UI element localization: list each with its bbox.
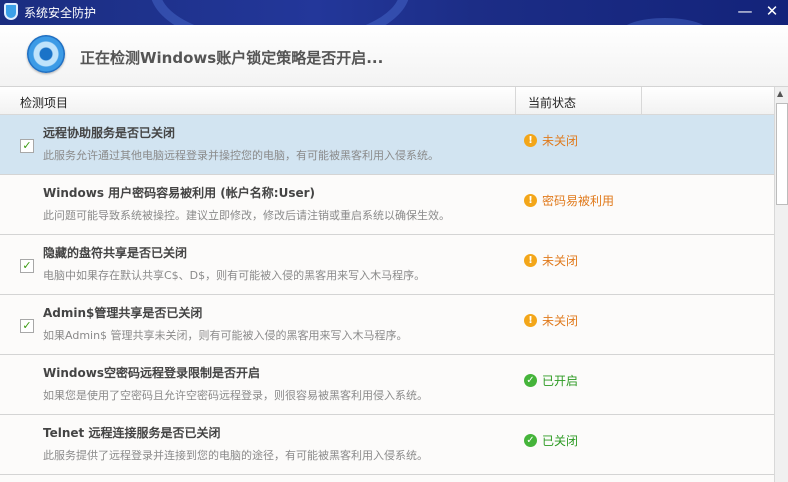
warning-icon: ! bbox=[524, 254, 537, 267]
item-description: 如果您是使用了空密码且允许空密码远程登录，则很容易被黑客利用侵入系统。 bbox=[43, 389, 428, 402]
list-item[interactable]: Telnet 远程连接服务是否已关闭此服务提供了远程登录并连接到您的电脑的途径，… bbox=[0, 415, 774, 475]
item-title: Telnet 远程连接服务是否已关闭 bbox=[43, 426, 221, 440]
item-description: 此服务允许通过其他电脑远程登录并操控您的电脑，有可能被黑客利用入侵系统。 bbox=[43, 149, 439, 162]
item-title: Windows 用户密码容易被利用 (帐户名称:User) bbox=[43, 186, 316, 200]
item-description: 如果Admin$ 管理共享未关闭，则有可能被入侵的黑客用来写入木马程序。 bbox=[43, 329, 408, 342]
column-item[interactable]: 检测项目 bbox=[20, 94, 68, 111]
item-description: 电脑中如果存在默认共享C$、D$，则有可能被入侵的黑客用来写入木马程序。 bbox=[43, 269, 426, 282]
item-title: 隐藏的盘符共享是否已关闭 bbox=[43, 246, 188, 260]
item-status: ! 未关闭 bbox=[524, 132, 578, 149]
item-description: 此问题可能导致系统被操控。建议立即修改，修改后请注销或重启系统以确保生效。 bbox=[43, 209, 450, 222]
vertical-scrollbar[interactable]: ▲ bbox=[774, 87, 788, 482]
item-status-label: 密码易被利用 bbox=[542, 194, 615, 208]
item-status: ! 未关闭 bbox=[524, 312, 578, 329]
item-status-label: 未关闭 bbox=[542, 134, 579, 148]
check-icon: ✓ bbox=[22, 319, 32, 332]
column-status[interactable]: 当前状态 bbox=[528, 94, 576, 111]
item-checkbox[interactable]: ✓ bbox=[20, 139, 34, 153]
item-status-label: 未关闭 bbox=[542, 254, 579, 268]
scroll-thumb[interactable] bbox=[776, 103, 788, 205]
warning-icon: ! bbox=[524, 194, 537, 207]
decorative-swirl bbox=[620, 18, 710, 25]
item-status-label: 未关闭 bbox=[542, 314, 579, 328]
item-status: ✓ 已开启 bbox=[524, 372, 578, 389]
scan-progress-icon bbox=[27, 35, 65, 73]
list-item[interactable]: ✓ 远程协助服务是否已关闭此服务允许通过其他电脑远程登录并操控您的电脑，有可能被黑… bbox=[0, 115, 774, 175]
item-checkbox[interactable]: ✓ bbox=[20, 319, 34, 333]
list-item[interactable]: Windows空密码远程登录限制是否开启如果您是使用了空密码且允许空密码远程登录… bbox=[0, 355, 774, 415]
ok-check-icon: ✓ bbox=[524, 374, 537, 387]
close-button[interactable]: ✕ bbox=[762, 2, 782, 20]
item-status: ✓ 已关闭 bbox=[524, 432, 578, 449]
minimize-button[interactable]: — bbox=[735, 2, 755, 20]
item-description: 此服务提供了远程登录并连接到您的电脑的途径，有可能被黑客利用入侵系统。 bbox=[43, 449, 428, 462]
item-status-label: 已关闭 bbox=[542, 434, 579, 448]
item-checkbox[interactable]: ✓ bbox=[20, 259, 34, 273]
list-item[interactable]: ✓ Admin$管理共享是否已关闭如果Admin$ 管理共享未关闭，则有可能被入侵… bbox=[0, 295, 774, 355]
item-title: Admin$管理共享是否已关闭 bbox=[43, 306, 203, 320]
column-divider bbox=[641, 87, 642, 115]
shield-icon bbox=[4, 3, 18, 20]
ok-check-icon: ✓ bbox=[524, 434, 537, 447]
list-item[interactable]: Windows 用户密码容易被利用 (帐户名称:User) 此问题可能导致系统被操… bbox=[0, 175, 774, 235]
column-header: 检测项目 当前状态 bbox=[0, 87, 774, 115]
decorative-swirl bbox=[150, 0, 410, 25]
check-list: ✓ 远程协助服务是否已关闭此服务允许通过其他电脑远程登录并操控您的电脑，有可能被黑… bbox=[0, 115, 774, 475]
scan-status-text: 正在检测Windows账户锁定策略是否开启... bbox=[80, 49, 384, 67]
item-title: 远程协助服务是否已关闭 bbox=[43, 126, 176, 140]
list-item[interactable]: ✓ 隐藏的盘符共享是否已关闭电脑中如果存在默认共享C$、D$，则有可能被入侵的黑客… bbox=[0, 235, 774, 295]
check-icon: ✓ bbox=[22, 259, 32, 272]
warning-icon: ! bbox=[524, 314, 537, 327]
column-divider bbox=[515, 87, 516, 115]
item-status: ! 密码易被利用 bbox=[524, 192, 614, 209]
item-title: Windows空密码远程登录限制是否开启 bbox=[43, 366, 260, 380]
scroll-up-icon[interactable]: ▲ bbox=[777, 89, 783, 98]
check-icon: ✓ bbox=[22, 139, 32, 152]
item-status-label: 已开启 bbox=[542, 374, 579, 388]
window-title: 系统安全防护 bbox=[24, 6, 97, 20]
warning-icon: ! bbox=[524, 134, 537, 147]
item-status: ! 未关闭 bbox=[524, 252, 578, 269]
scan-header: 正在检测Windows账户锁定策略是否开启... bbox=[0, 25, 788, 87]
title-bar: 系统安全防护 — ✕ bbox=[0, 0, 788, 25]
